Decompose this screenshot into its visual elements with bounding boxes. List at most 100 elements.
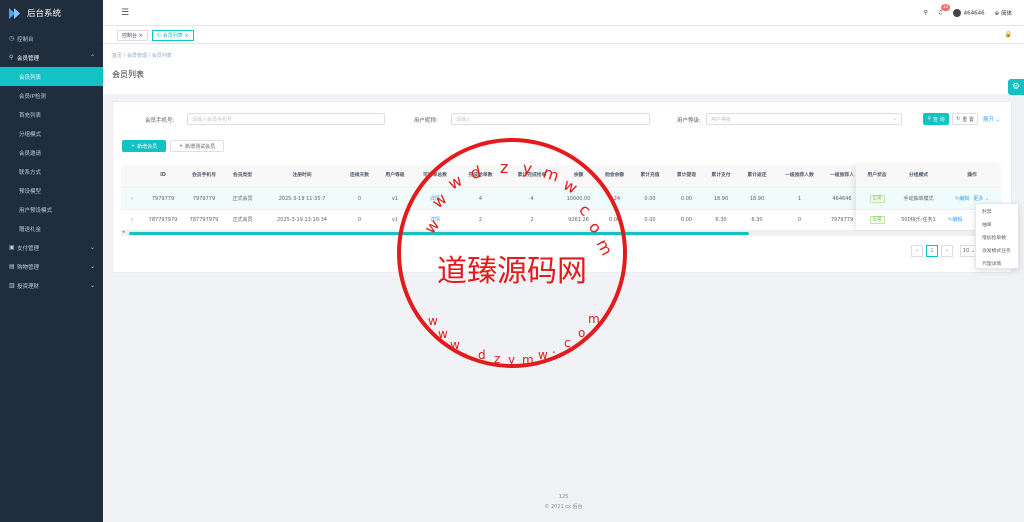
bell-icon[interactable]: ♫ 12 bbox=[938, 4, 951, 16]
tab-dashboard[interactable]: 控制台 × bbox=[117, 30, 148, 41]
sidebar-item-payment[interactable]: ▣ 支付管理 ⌄ bbox=[0, 238, 103, 257]
column-header: 一级推荐人 bbox=[830, 173, 854, 178]
expand-row-icon[interactable]: › bbox=[121, 189, 143, 209]
settings-gear-icon[interactable]: ⚙ bbox=[1008, 79, 1024, 95]
hamburger-icon[interactable]: ☰ bbox=[121, 8, 129, 18]
column-header: 会员类型 bbox=[232, 173, 253, 178]
topbar: ☰ ⚲ ♫ 12 464646 ⊕ 简体 bbox=[103, 0, 1024, 26]
user-menu[interactable]: 464646 bbox=[952, 9, 985, 17]
lock-icon[interactable]: 🔒 bbox=[1005, 31, 1012, 38]
sidebar-item-shopping[interactable]: ▤ 购物管理 ⌄ bbox=[0, 257, 103, 276]
table-header: ID 会员手机号 会员类型 注册时间 连续天数 用户等级 可抢单总数 完成抢单数… bbox=[121, 165, 1001, 188]
svg-text:d: d bbox=[478, 348, 486, 362]
cell-refund: 18.90 bbox=[749, 196, 765, 202]
edit-label: 编辑 bbox=[952, 217, 963, 223]
sidebar-subitem-first-recharge[interactable]: 首充列表 bbox=[0, 105, 103, 124]
column-header: 累计完成抢单 bbox=[517, 173, 547, 178]
column-header: 一级推荐人数 bbox=[785, 173, 814, 178]
chevron-down-icon: ⌄ bbox=[89, 263, 95, 270]
tab-member-list[interactable]: ↻ 会员列表 × bbox=[152, 30, 194, 41]
sidebar-subitem-member-ip[interactable]: 会员IP检测 bbox=[0, 86, 103, 105]
level-select-placeholder: 用户等级 bbox=[711, 116, 732, 123]
close-icon[interactable]: × bbox=[139, 33, 143, 39]
cell-total: 4 bbox=[530, 196, 534, 202]
nickname-input[interactable]: 请输入 bbox=[451, 113, 650, 125]
sidebar-item-label: 会员管理 bbox=[17, 55, 40, 62]
svg-text:c: c bbox=[564, 336, 571, 350]
sidebar-item-label: 投资理财 bbox=[17, 283, 40, 290]
expand-filters-link[interactable]: 展开 ⌄ bbox=[983, 115, 1000, 123]
sidebar-subitem-contact[interactable]: 联系方式 bbox=[0, 162, 103, 181]
level-select[interactable]: 用户等级 ⌄ bbox=[706, 113, 902, 125]
add-member-button[interactable]: + 新增会员 bbox=[122, 140, 166, 152]
table-row[interactable]: › 7979779 7979779 正式会员 2025-3-19 11:35:7… bbox=[121, 189, 1001, 210]
column-header: 累计支付 bbox=[711, 173, 731, 178]
menu-item-dispatch-task[interactable]: 派发模式任务 bbox=[976, 245, 1018, 258]
chevron-down-icon: ⌄ bbox=[89, 282, 95, 289]
horizontal-scrollbar[interactable]: ◂ bbox=[121, 229, 1001, 236]
tab-label: 控制台 bbox=[122, 33, 138, 39]
sidebar-item-label: 支付管理 bbox=[17, 245, 40, 252]
search-icon[interactable]: ⚲ bbox=[924, 10, 928, 16]
menu-item-agent-detail[interactable]: 代理详情 bbox=[976, 258, 1018, 271]
column-header: 累计充值 bbox=[640, 173, 660, 178]
scroll-left-icon[interactable]: ◂ bbox=[122, 229, 125, 235]
sidebar-subitem-member-list[interactable]: 会员列表 bbox=[0, 67, 103, 86]
column-header: 累计提现 bbox=[676, 173, 697, 178]
reset-button[interactable]: ↻ 重 置 bbox=[952, 113, 978, 125]
user-icon: ⚲ bbox=[9, 54, 14, 61]
menu-item-add-grab[interactable]: 增加抢单数 bbox=[976, 232, 1018, 245]
sidebar-item-label: 购物管理 bbox=[17, 264, 40, 271]
cell-phone: 787797979 bbox=[189, 217, 219, 223]
column-header: 操作 bbox=[967, 173, 977, 178]
add-test-member-button[interactable]: + 新增测试会员 bbox=[170, 140, 224, 152]
sidebar-subitem-group-mode[interactable]: 分组模式 bbox=[0, 124, 103, 143]
breadcrumb: 首页 / 会员管理 / 会员列表 bbox=[112, 53, 172, 59]
detail-link[interactable]: 详情 bbox=[415, 189, 455, 209]
sidebar-subitem-user-preset[interactable]: 用户预设模式 bbox=[0, 200, 103, 219]
search-icon: ⚲ bbox=[927, 116, 932, 122]
cell-id: 787797979 bbox=[148, 217, 178, 223]
more-actions-dropdown: 封禁 抽单 增加抢单数 派发模式任务 代理详情 bbox=[975, 203, 1019, 269]
page-number-button[interactable]: 1 bbox=[926, 245, 938, 257]
sidebar-subitem-gift[interactable]: 赠送礼金 bbox=[0, 219, 103, 238]
expand-row-icon[interactable]: › bbox=[121, 210, 143, 230]
sidebar-item-members[interactable]: ⚲ 会员管理 ⌃ bbox=[0, 48, 103, 67]
menu-item-draw[interactable]: 抽单 bbox=[976, 219, 1018, 232]
close-icon[interactable]: × bbox=[184, 33, 188, 39]
level-filter-label: 用户等级: bbox=[677, 118, 701, 124]
edit-link[interactable]: ✎编辑 bbox=[955, 196, 969, 202]
sidebar-item-dashboard[interactable]: ◷ 控制台 bbox=[0, 29, 103, 48]
cell-recharge: 0.00 bbox=[644, 217, 656, 223]
sidebar-item-invest[interactable]: ▥ 投资理财 ⌄ bbox=[0, 276, 103, 295]
cell-days: 0 bbox=[357, 196, 362, 202]
table-row[interactable]: › 787797979 787797979 正式会员 2025-3-19 13:… bbox=[121, 210, 1001, 231]
svg-text:m: m bbox=[588, 312, 600, 326]
sidebar-subitem-invite[interactable]: 会员邀请 bbox=[0, 143, 103, 162]
edit-link[interactable]: ✎编辑 bbox=[948, 217, 962, 223]
column-header: ID bbox=[160, 173, 166, 178]
scrollbar-thumb[interactable] bbox=[129, 232, 749, 235]
menu-item-ban[interactable]: 封禁 bbox=[976, 206, 1018, 219]
prev-page-button[interactable]: ‹ bbox=[911, 245, 923, 257]
chevron-down-icon: ⌄ bbox=[892, 116, 897, 122]
more-dropdown[interactable]: 更多 ⌄ bbox=[973, 196, 989, 202]
svg-text:.: . bbox=[464, 344, 468, 358]
cell-ref-count: 1 bbox=[797, 196, 802, 202]
next-page-button[interactable]: › bbox=[941, 245, 953, 257]
more-label: 更多 bbox=[973, 196, 984, 202]
language-switch[interactable]: ⊕ 简体 bbox=[995, 9, 1012, 17]
refresh-icon[interactable]: ↻ bbox=[157, 33, 161, 39]
sidebar-subitem-preset-model[interactable]: 预设模型 bbox=[0, 181, 103, 200]
detail-link[interactable]: 详情 bbox=[415, 210, 455, 230]
column-header: 佣金余额 bbox=[604, 173, 625, 178]
language-label: 简体 bbox=[1000, 11, 1012, 17]
logo-icon bbox=[9, 7, 20, 19]
app-logo[interactable]: 后台系统 bbox=[0, 0, 103, 26]
search-button[interactable]: ⚲ 查 询 bbox=[923, 113, 949, 125]
phone-input[interactable]: 请输入会员手机号 bbox=[187, 113, 385, 125]
cell-refund: 6.30 bbox=[751, 217, 763, 223]
username: 464646 bbox=[963, 10, 985, 17]
expand-label: 展开 bbox=[983, 117, 995, 123]
notification-badge: 12 bbox=[940, 4, 951, 11]
